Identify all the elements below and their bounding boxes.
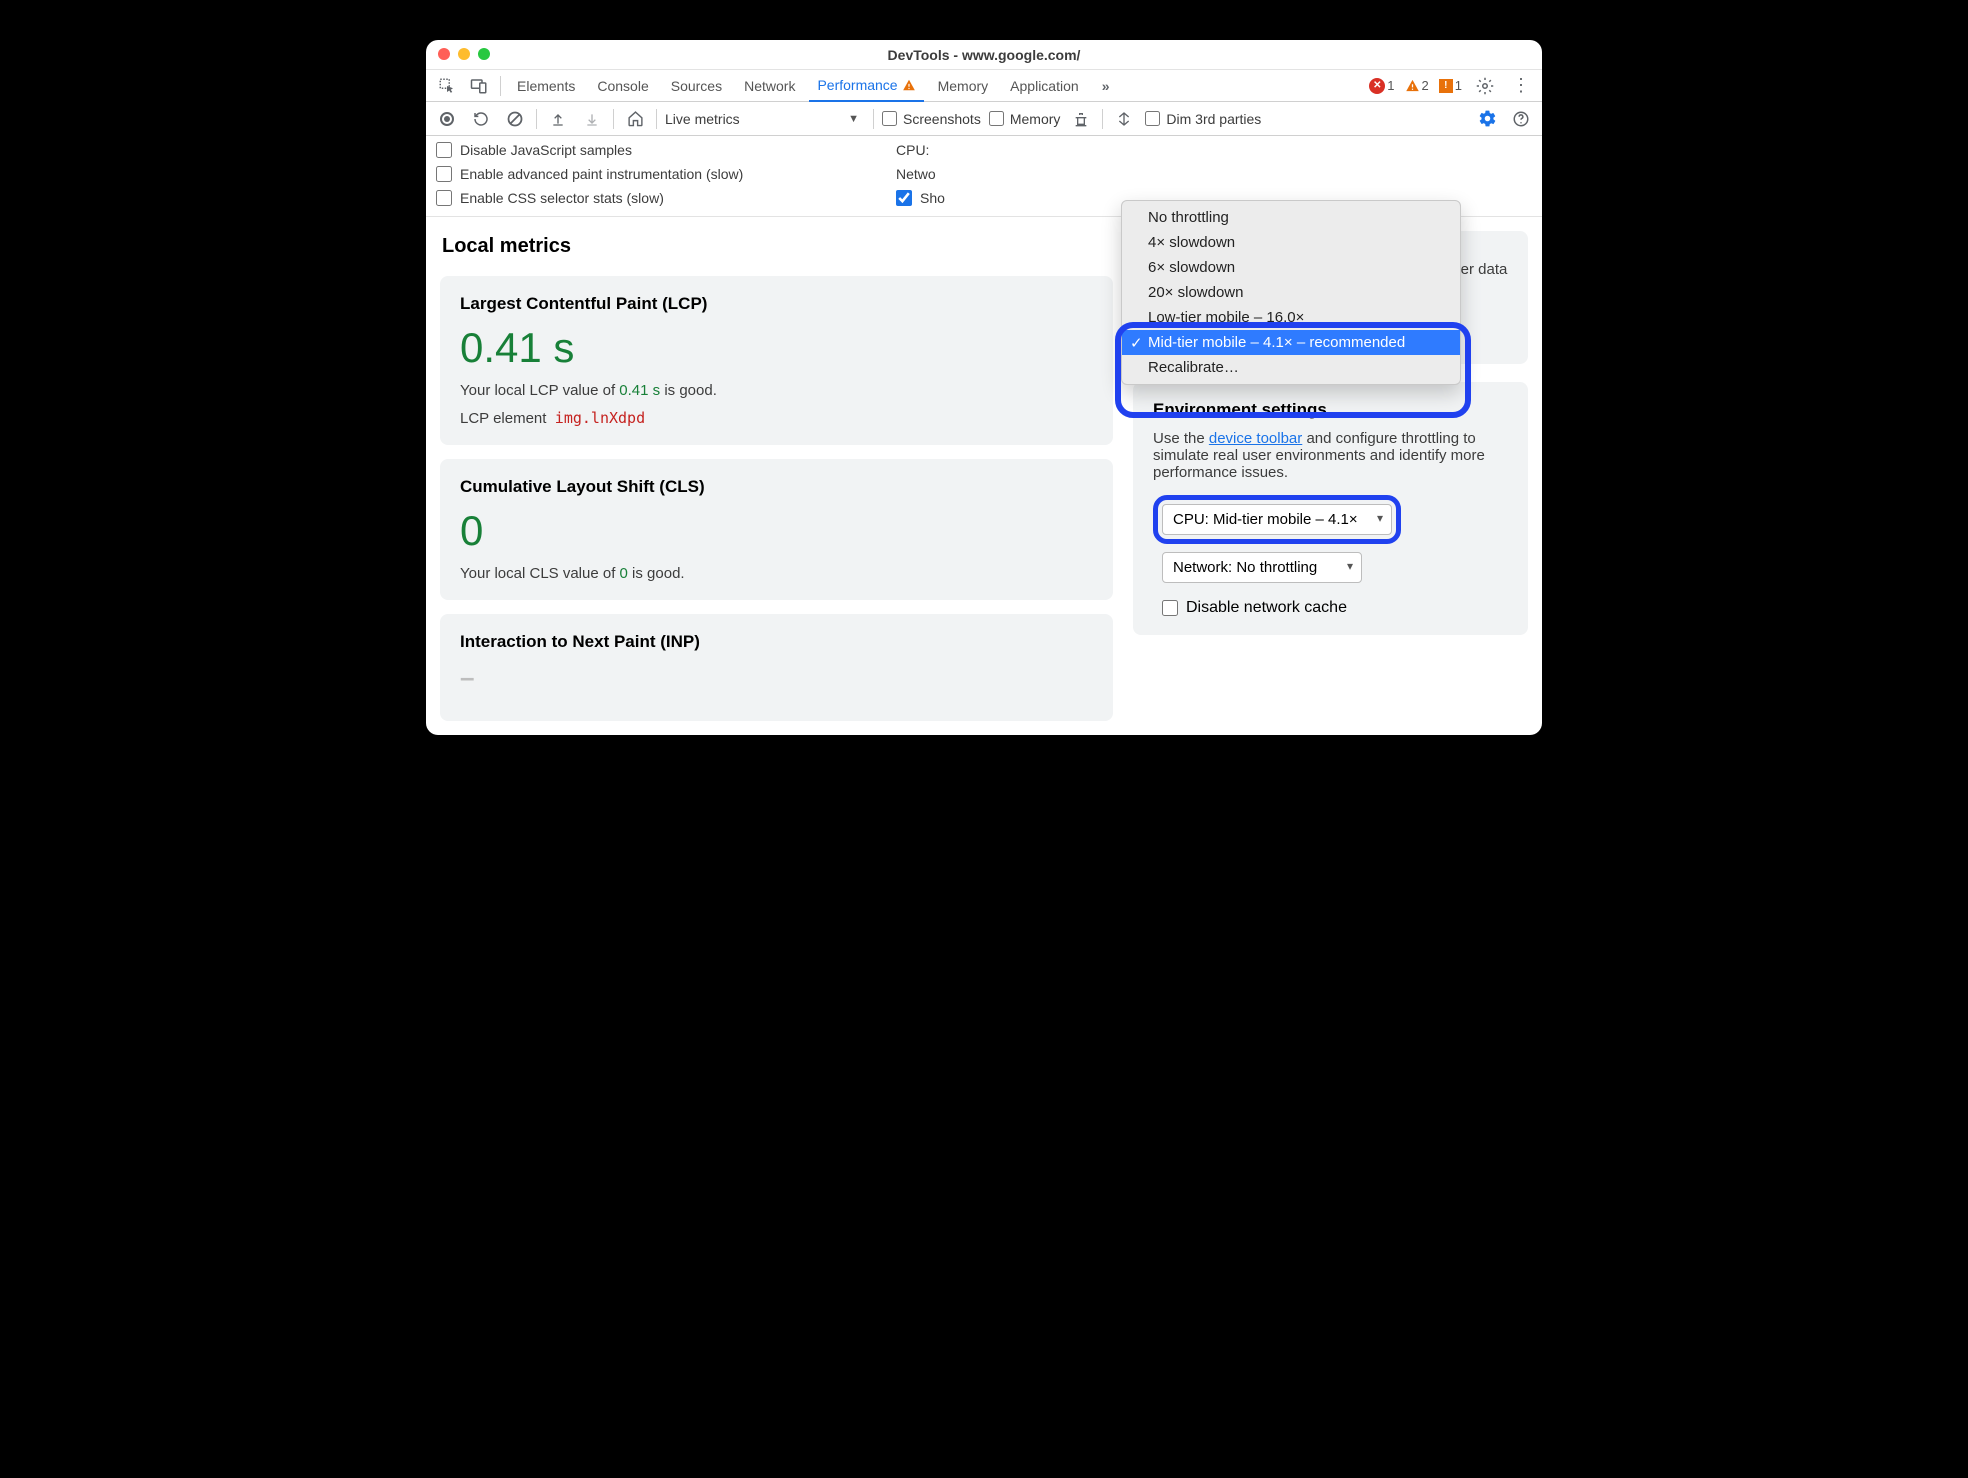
cls-title: Cumulative Layout Shift (CLS) — [460, 477, 1093, 497]
dd-6x[interactable]: 6× slowdown — [1122, 255, 1460, 280]
screenshots-checkbox[interactable]: Screenshots — [882, 111, 981, 127]
minimize-window-icon[interactable] — [458, 48, 470, 60]
tab-console[interactable]: Console — [589, 70, 656, 102]
enable-css-checkbox[interactable]: Enable CSS selector stats (slow) — [436, 190, 856, 206]
network-label: Netwo — [896, 166, 966, 182]
lcp-desc: Your local LCP value of 0.41 s is good. — [460, 382, 1093, 399]
tab-sources[interactable]: Sources — [663, 70, 730, 102]
zoom-window-icon[interactable] — [478, 48, 490, 60]
cls-value: 0 — [460, 507, 1093, 555]
tab-performance[interactable]: Performance — [809, 70, 923, 102]
show-checkbox[interactable]: Sho — [896, 190, 1016, 206]
tab-application[interactable]: Application — [1002, 70, 1087, 102]
shortcuts-icon[interactable] — [1111, 106, 1137, 132]
dd-20x[interactable]: 20× slowdown — [1122, 280, 1460, 305]
capture-settings-icon[interactable] — [1474, 106, 1500, 132]
error-counter[interactable]: ✕1 — [1369, 78, 1394, 94]
tab-elements[interactable]: Elements — [509, 70, 583, 102]
env-title: Environment settings — [1153, 400, 1508, 420]
upload-icon[interactable] — [545, 106, 571, 132]
warning-icon — [902, 78, 916, 92]
device-toolbar-link[interactable]: device toolbar — [1209, 430, 1302, 447]
network-throttling-select[interactable]: Network: No throttling — [1162, 552, 1362, 583]
lcp-element: LCP element img.lnXdpd — [460, 409, 1093, 427]
gc-icon[interactable] — [1068, 106, 1094, 132]
close-window-icon[interactable] — [438, 48, 450, 60]
dim-checkbox[interactable]: Dim 3rd parties — [1145, 111, 1261, 127]
issue-icon: ! — [1439, 79, 1453, 93]
traffic-lights — [438, 48, 490, 60]
env-card: Environment settings Use the device tool… — [1133, 382, 1528, 635]
disable-cache-checkbox[interactable]: Disable network cache — [1162, 599, 1508, 617]
warning-counter[interactable]: 2 — [1405, 78, 1429, 93]
inp-title: Interaction to Next Paint (INP) — [460, 632, 1093, 652]
lcp-value: 0.41 s — [460, 324, 1093, 372]
dd-mid-tier[interactable]: Mid-tier mobile – 4.1× – recommended — [1122, 330, 1460, 355]
download-icon[interactable] — [579, 106, 605, 132]
more-tabs-icon[interactable]: » — [1093, 73, 1119, 99]
performance-toolbar: Live metrics▼ Screenshots Memory Dim 3rd… — [426, 102, 1542, 136]
dd-recalibrate[interactable]: Recalibrate… — [1122, 355, 1460, 380]
disable-js-checkbox[interactable]: Disable JavaScript samples — [436, 142, 856, 158]
clear-icon[interactable] — [502, 106, 528, 132]
enable-paint-checkbox[interactable]: Enable advanced paint instrumentation (s… — [436, 166, 856, 182]
tab-memory[interactable]: Memory — [930, 70, 997, 102]
home-icon[interactable] — [622, 106, 648, 132]
device-toolbar-icon[interactable] — [466, 73, 492, 99]
help-icon[interactable] — [1508, 106, 1534, 132]
window-title: DevTools - www.google.com/ — [426, 47, 1542, 63]
dd-4x[interactable]: 4× slowdown — [1122, 230, 1460, 255]
error-icon: ✕ — [1369, 78, 1385, 94]
dd-no-throttling[interactable]: No throttling — [1122, 205, 1460, 230]
panel-tabstrip: Elements Console Sources Network Perform… — [426, 70, 1542, 102]
memory-checkbox[interactable]: Memory — [989, 111, 1061, 127]
env-text: Use the device toolbar and configure thr… — [1153, 430, 1508, 481]
cls-card: Cumulative Layout Shift (CLS) 0 Your loc… — [440, 459, 1113, 600]
record-icon[interactable] — [434, 106, 460, 132]
cpu-throttling-dropdown: No throttling 4× slowdown 6× slowdown 20… — [1121, 200, 1461, 385]
lcp-card: Largest Contentful Paint (LCP) 0.41 s Yo… — [440, 276, 1113, 445]
inp-value: – — [460, 662, 1093, 693]
cls-desc: Your local CLS value of 0 is good. — [460, 565, 1093, 582]
local-metrics-heading: Local metrics — [442, 235, 1113, 258]
warning-icon — [1405, 78, 1420, 93]
lcp-element-code[interactable]: img.lnXdpd — [555, 409, 645, 427]
kebab-menu-icon[interactable]: ⋮ — [1508, 73, 1534, 99]
titlebar: DevTools - www.google.com/ — [426, 40, 1542, 70]
settings-icon[interactable] — [1472, 73, 1498, 99]
tab-network[interactable]: Network — [736, 70, 803, 102]
cpu-throttling-select[interactable]: CPU: Mid-tier mobile – 4.1× — [1162, 504, 1392, 535]
devtools-window: DevTools - www.google.com/ Elements Cons… — [426, 40, 1542, 735]
dd-low-tier[interactable]: Low-tier mobile – 16.0× — [1122, 305, 1460, 330]
inspect-icon[interactable] — [434, 73, 460, 99]
cpu-select-highlight: CPU: Mid-tier mobile – 4.1× — [1153, 495, 1401, 544]
lcp-title: Largest Contentful Paint (LCP) — [460, 294, 1093, 314]
metrics-select[interactable]: Live metrics▼ — [665, 111, 865, 127]
reload-icon[interactable] — [468, 106, 494, 132]
issues-counter[interactable]: !1 — [1439, 78, 1462, 93]
cpu-label: CPU: — [896, 142, 966, 158]
inp-card: Interaction to Next Paint (INP) – — [440, 614, 1113, 721]
